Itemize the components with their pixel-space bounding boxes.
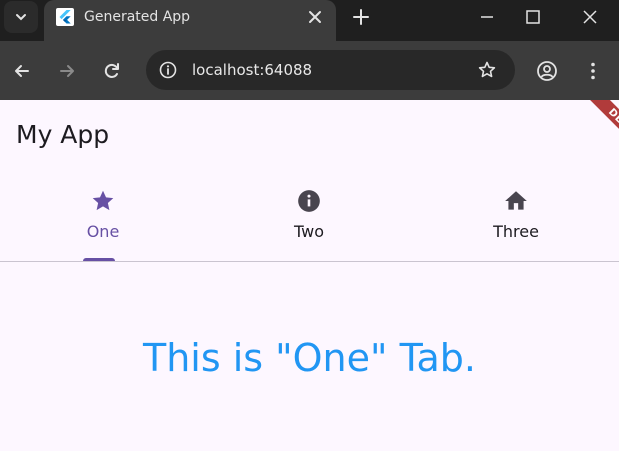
info-icon <box>298 190 320 212</box>
tab-title: Generated App <box>84 9 191 25</box>
tab-three-label: Three <box>493 222 539 241</box>
info-icon[interactable] <box>158 60 178 80</box>
tab-content-text: This is "One" Tab. <box>143 336 476 380</box>
close-icon[interactable] <box>306 8 324 26</box>
tab-one-label: One <box>86 222 120 241</box>
chevron-down-icon <box>16 14 26 21</box>
tab-two[interactable]: Two <box>206 178 412 262</box>
arrow-right-icon[interactable] <box>57 61 77 81</box>
url-text[interactable]: localhost:64088 <box>192 61 312 79</box>
account-icon[interactable] <box>536 60 558 82</box>
app-title: My App <box>16 120 110 149</box>
browser-toolbar: localhost:64088 <box>0 41 619 100</box>
browser-tab[interactable]: Generated App <box>44 0 336 41</box>
minimize-icon[interactable] <box>477 7 497 27</box>
tab-one[interactable]: One <box>0 178 206 262</box>
home-icon <box>505 191 527 210</box>
close-window-icon[interactable] <box>580 7 600 27</box>
tab-two-label: Two <box>294 222 324 241</box>
tab-three[interactable]: Three <box>413 178 619 262</box>
tab-bar: One Two Three <box>0 178 619 262</box>
star-icon <box>92 190 114 211</box>
tab-search-button[interactable] <box>4 1 38 33</box>
flutter-logo <box>56 8 74 26</box>
debug-banner: DEBUG <box>581 100 619 169</box>
maximize-icon[interactable] <box>523 7 543 27</box>
tab-divider <box>0 261 619 262</box>
browser-tabstrip: Generated App <box>0 0 619 41</box>
star-outline-icon[interactable] <box>477 60 497 80</box>
reload-icon[interactable] <box>102 61 122 81</box>
app-surface: My App One Two Three This is "One" Tab. … <box>0 100 619 451</box>
arrow-left-icon[interactable] <box>12 61 32 81</box>
address-bar[interactable]: localhost:64088 <box>146 50 515 90</box>
more-vertical-icon[interactable] <box>582 60 604 82</box>
plus-icon[interactable] <box>351 7 371 27</box>
